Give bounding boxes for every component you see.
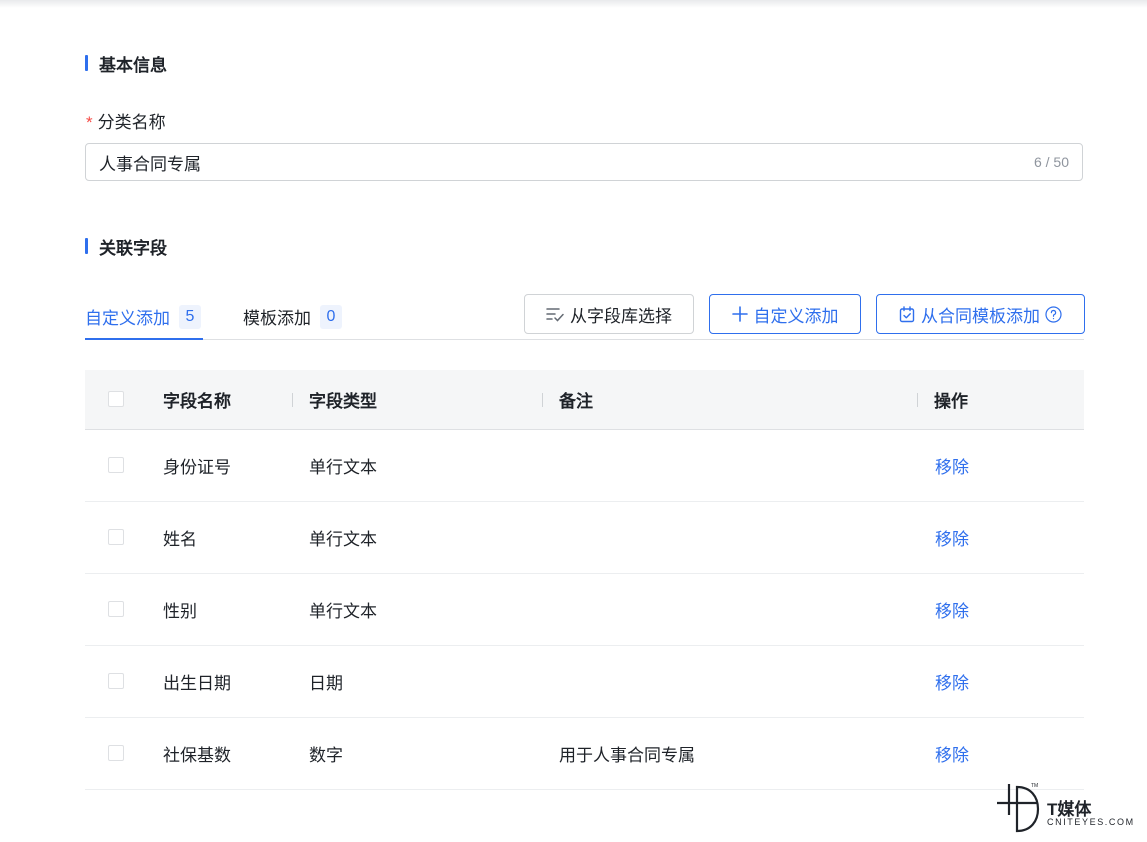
tab-label: 自定义添加	[85, 309, 170, 328]
required-mark: *	[86, 113, 93, 132]
field-note-cell: 用于人事合同专属	[559, 746, 695, 765]
calendar-check-icon	[899, 305, 915, 323]
table-row: 社保基数 数字 用于人事合同专属 移除	[85, 718, 1084, 790]
section-accent-bar	[85, 55, 88, 71]
row-checkbox[interactable]	[108, 673, 124, 689]
column-header-name: 字段名称	[163, 392, 231, 411]
top-shadow	[0, 0, 1147, 8]
select-from-library-button[interactable]: 从字段库选择	[524, 294, 694, 334]
column-divider[interactable]	[542, 393, 543, 407]
watermark-trademark: TM	[1031, 783, 1039, 789]
question-circle-icon[interactable]	[1045, 305, 1062, 323]
field-type-cell: 单行文本	[309, 530, 377, 549]
section-title-text: 基本信息	[99, 55, 167, 75]
custom-add-label: 自定义添加	[753, 306, 839, 326]
character-counter: 6 / 50	[1033, 154, 1069, 170]
watermark-mark-icon	[997, 784, 1040, 833]
column-header-note: 备注	[559, 392, 593, 411]
remove-link[interactable]: 移除	[935, 574, 969, 645]
remove-link[interactable]: 移除	[935, 646, 969, 717]
table-row: 出生日期 日期 移除	[85, 646, 1084, 718]
table-row: 身份证号 单行文本 移除	[85, 430, 1084, 502]
category-name-input[interactable]: 人事合同专属 6 / 50	[85, 143, 1083, 181]
field-name-cell: 社保基数	[163, 746, 231, 765]
category-name-label-text: 分类名称	[97, 113, 166, 132]
field-type-cell: 单行文本	[309, 602, 377, 621]
add-from-template-button[interactable]: 从合同模板添加	[876, 294, 1085, 334]
tab-custom-add[interactable]: 自定义添加 5	[85, 294, 203, 340]
row-checkbox[interactable]	[108, 745, 124, 761]
column-header-type: 字段类型	[309, 392, 377, 411]
fields-table: 字段名称 字段类型 备注 操作 身份证号 单行文本 移除 姓名 单行文本 移除 …	[85, 370, 1084, 790]
add-from-template-label: 从合同模板添加	[921, 306, 1040, 326]
field-name-cell: 姓名	[163, 530, 197, 549]
field-name-cell: 出生日期	[163, 674, 231, 693]
remove-link[interactable]: 移除	[935, 718, 969, 789]
field-name-cell: 身份证号	[163, 458, 231, 477]
column-divider[interactable]	[917, 393, 918, 407]
remove-link[interactable]: 移除	[935, 502, 969, 573]
remove-link[interactable]: 移除	[935, 430, 969, 501]
list-check-icon	[546, 306, 564, 322]
section-title-basic: 基本信息	[85, 54, 167, 75]
plus-icon	[731, 306, 748, 322]
section-title-text: 关联字段	[99, 238, 167, 258]
select-all-checkbox[interactable]	[108, 391, 124, 407]
table-header: 字段名称 字段类型 备注 操作	[85, 370, 1084, 430]
row-checkbox[interactable]	[108, 457, 124, 473]
category-name-label: * 分类名称	[86, 108, 166, 133]
category-name-value[interactable]: 人事合同专属	[99, 150, 1034, 175]
custom-add-button[interactable]: 自定义添加	[709, 294, 861, 334]
tab-template-add[interactable]: 模板添加 0	[243, 294, 342, 339]
tab-count-badge: 5	[179, 304, 201, 329]
tab-count-badge: 0	[320, 304, 342, 329]
column-divider[interactable]	[292, 393, 293, 407]
table-row: 姓名 单行文本 移除	[85, 502, 1084, 574]
row-checkbox[interactable]	[108, 529, 124, 545]
row-checkbox[interactable]	[108, 601, 124, 617]
column-header-action: 操作	[934, 392, 968, 411]
field-type-cell: 单行文本	[309, 458, 377, 477]
watermark-logo: TM T媒体 CNITEYES.COM	[995, 783, 1145, 835]
field-type-cell: 日期	[309, 674, 343, 693]
field-type-cell: 数字	[309, 746, 343, 765]
select-from-library-label: 从字段库选择	[570, 306, 672, 326]
table-row: 性别 单行文本 移除	[85, 574, 1084, 646]
section-accent-bar	[85, 238, 88, 254]
section-title-fields: 关联字段	[85, 237, 167, 258]
tab-label: 模板添加	[243, 309, 311, 328]
watermark-domain: CNITEYES.COM	[1047, 817, 1135, 827]
field-name-cell: 性别	[163, 602, 197, 621]
